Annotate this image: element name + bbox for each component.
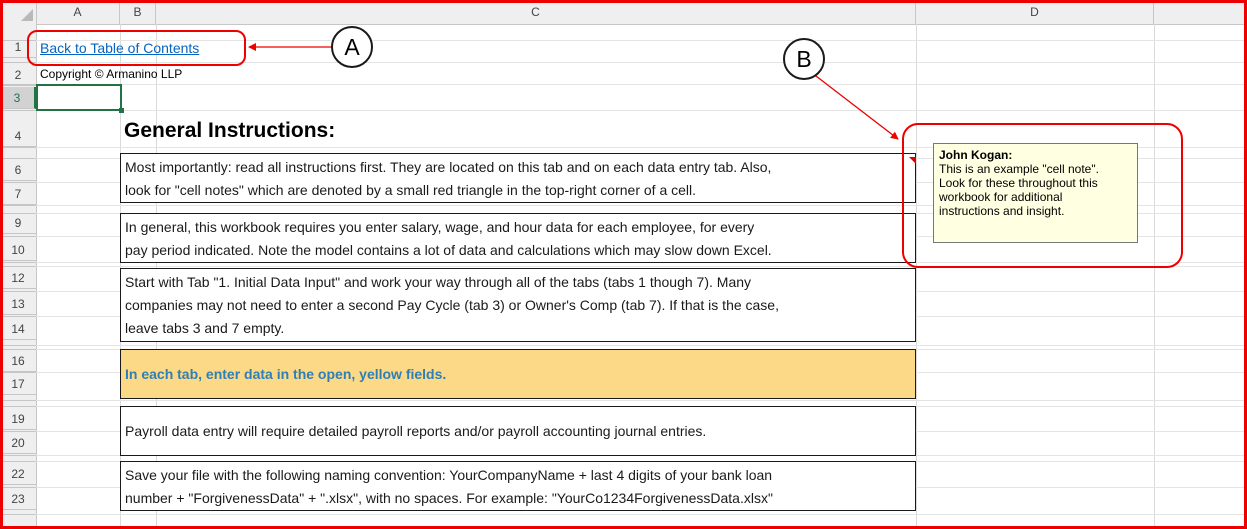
row-header-17[interactable]: 17: [0, 373, 36, 395]
row-header-12[interactable]: 12: [0, 267, 36, 289]
row-separator: [0, 262, 36, 263]
row-separator: [0, 291, 36, 292]
row-separator: [0, 406, 36, 407]
callout-a-highlight: [27, 30, 246, 66]
instruction-line: Start with Tab "1. Initial Data Input" a…: [125, 274, 752, 290]
row-separator: [0, 205, 36, 206]
instruction-line: Payroll data entry will require detailed…: [125, 423, 707, 439]
instruction-box-2[interactable]: In general, this workbook requires you e…: [120, 213, 916, 263]
gridline: [36, 514, 1247, 515]
copyright-cell[interactable]: Copyright © Armanino LLP: [40, 67, 182, 81]
row-separator: [0, 345, 36, 346]
instruction-line: In each tab, enter data in the open, yel…: [125, 366, 447, 382]
row-separator: [0, 266, 36, 267]
row-header-10[interactable]: 10: [0, 239, 36, 261]
row-header-6[interactable]: 6: [0, 159, 36, 181]
instruction-line: companies may not need to enter a second…: [125, 297, 779, 313]
gridline: [36, 345, 1247, 346]
row-header-13[interactable]: 13: [0, 293, 36, 315]
instruction-box-1[interactable]: Most importantly: read all instructions …: [120, 153, 916, 203]
row-separator: [0, 431, 36, 432]
instruction-line: Most importantly: read all instructions …: [125, 159, 772, 175]
row-header-7[interactable]: 7: [0, 183, 36, 205]
row-separator: [0, 349, 36, 350]
row-header-16[interactable]: 16: [0, 350, 36, 372]
row-separator: [0, 487, 36, 488]
column-header-d[interactable]: D: [916, 0, 1154, 24]
row-separator: [0, 372, 36, 373]
gridline: [1154, 24, 1155, 529]
row-separator: [0, 213, 36, 214]
gridline: [36, 400, 1247, 401]
selected-cell-a3[interactable]: [36, 84, 124, 113]
select-all-icon: [21, 9, 33, 21]
row-header-23[interactable]: 23: [0, 488, 36, 510]
spreadsheet: A B C D 1 2 3 4 6 7 9 10 12 13 14 16 17 19 20 22 23 Back…: [0, 0, 1247, 529]
row-separator: [0, 147, 36, 148]
row-separator: [0, 400, 36, 401]
row-separator: [0, 514, 36, 515]
column-header-a[interactable]: A: [36, 0, 120, 24]
row-separator: [0, 455, 36, 456]
row-header-2[interactable]: 2: [0, 64, 36, 86]
row-separator: [0, 182, 36, 183]
row-header-22[interactable]: 22: [0, 463, 36, 485]
column-header-c[interactable]: C: [156, 0, 916, 24]
instruction-line: number + "ForgivenessData" + ".xlsx", wi…: [125, 490, 773, 506]
row-separator: [0, 461, 36, 462]
row-header-4[interactable]: 4: [0, 125, 36, 147]
instruction-line: pay period indicated. Note the model con…: [125, 242, 772, 258]
column-header-b[interactable]: B: [120, 0, 156, 24]
row-separator: [0, 84, 36, 85]
yellow-fields-instruction-box[interactable]: In each tab, enter data in the open, yel…: [120, 349, 916, 399]
callout-b-label: B: [783, 38, 825, 80]
callout-b-arrow: [815, 75, 899, 140]
callout-b-highlight: [902, 123, 1183, 268]
gridline: [36, 84, 1247, 85]
instruction-line: In general, this workbook requires you e…: [125, 219, 755, 235]
instruction-line: Save your file with the following naming…: [125, 467, 773, 483]
select-all-corner[interactable]: [0, 0, 37, 24]
instruction-box-3[interactable]: Start with Tab "1. Initial Data Input" a…: [120, 268, 916, 342]
row-separator: [0, 110, 36, 111]
gridline: [36, 110, 1247, 111]
row-header-3[interactable]: 3: [0, 87, 36, 109]
instruction-box-5[interactable]: Payroll data entry will require detailed…: [120, 406, 916, 456]
row-header-9[interactable]: 9: [0, 212, 36, 234]
row-separator: [0, 158, 36, 159]
row-header-14[interactable]: 14: [0, 318, 36, 340]
callout-a-label: A: [331, 26, 373, 68]
row-header-20[interactable]: 20: [0, 432, 36, 454]
row-separator: [0, 316, 36, 317]
general-instructions-heading[interactable]: General Instructions:: [124, 119, 335, 143]
column-header-next[interactable]: [1154, 0, 1247, 24]
instruction-box-6[interactable]: Save your file with the following naming…: [120, 461, 916, 511]
row-separator: [0, 236, 36, 237]
instruction-line: look for "cell notes" which are denoted …: [125, 182, 697, 198]
instruction-line: leave tabs 3 and 7 empty.: [125, 320, 285, 336]
gridline: [916, 24, 917, 529]
row-header-19[interactable]: 19: [0, 408, 36, 430]
